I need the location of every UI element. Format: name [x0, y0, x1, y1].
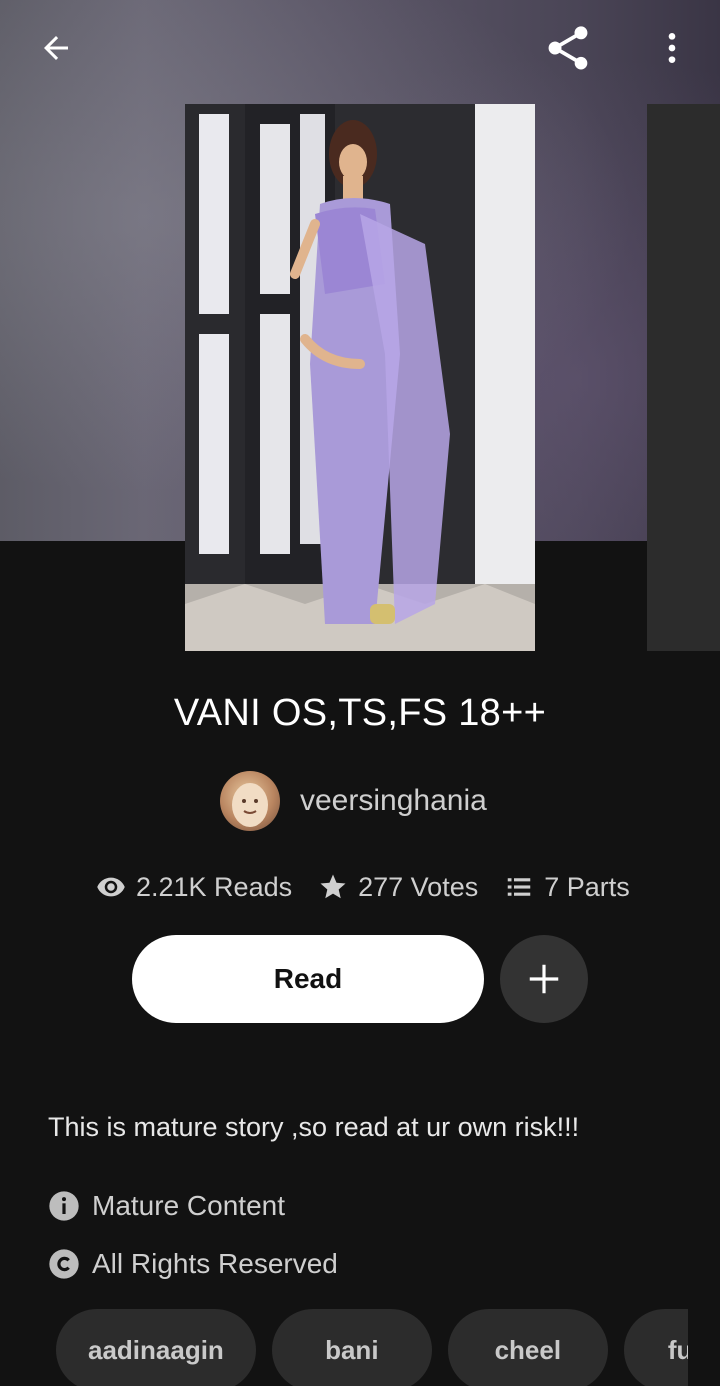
tag-chip[interactable]: bani [271, 1309, 432, 1386]
info-icon [49, 1191, 79, 1221]
story-cover-image[interactable] [185, 104, 535, 651]
plus-icon [529, 964, 559, 994]
copyright-icon [49, 1249, 79, 1279]
author-name[interactable]: veersinghania [300, 784, 487, 818]
tag-chip[interactable]: fu [623, 1309, 688, 1386]
mature-content-label: Mature Content [92, 1190, 285, 1221]
add-to-library-button[interactable] [500, 935, 588, 1023]
reads-stat: 2.21K Reads [96, 872, 292, 903]
votes-count: 277 Votes [358, 871, 479, 902]
eye-icon [97, 877, 125, 897]
avatar[interactable] [220, 771, 280, 831]
story-description: This is mature story ,so read at ur own … [48, 1112, 580, 1142]
story-stats: 2.21K Reads 277 Votes 7 Parts [96, 862, 630, 912]
share-button[interactable] [540, 20, 596, 76]
more-options-button[interactable] [644, 20, 700, 76]
tags-scroller[interactable]: aadinaagin bani cheel fu [0, 1300, 688, 1386]
story-title: VANI OS,TS,FS 18++ [173, 692, 547, 734]
star-icon [320, 874, 346, 899]
reads-count: 2.21K Reads [136, 871, 293, 902]
arrow-left-icon [44, 36, 68, 60]
more-vertical-icon [668, 33, 676, 63]
tag-chip[interactable]: aadinaagin [56, 1309, 256, 1386]
copyright-label: All Rights Reserved [92, 1248, 338, 1279]
parts-stat: 7 Parts [504, 872, 630, 903]
share-icon [548, 26, 588, 70]
author-row[interactable]: veersinghania [220, 771, 487, 831]
list-icon [507, 878, 531, 896]
copyright-row: All Rights Reserved [48, 1248, 338, 1280]
tag-chip[interactable]: cheel [447, 1309, 608, 1386]
mature-content-row: Mature Content [48, 1190, 285, 1222]
read-button[interactable]: Read [132, 935, 484, 1023]
parts-count: 7 Parts [544, 871, 630, 902]
votes-stat: 277 Votes [318, 872, 478, 903]
back-button[interactable] [28, 20, 84, 76]
next-story-cover[interactable] [647, 104, 720, 651]
